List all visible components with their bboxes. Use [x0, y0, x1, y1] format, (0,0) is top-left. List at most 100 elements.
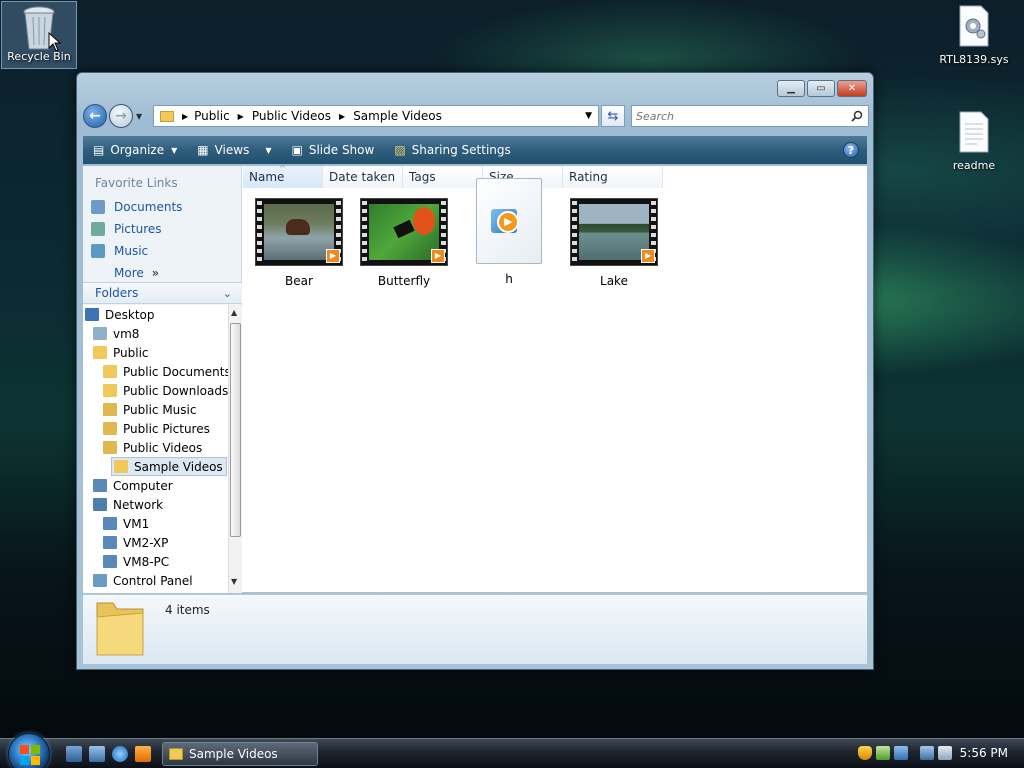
- tree-item-public-pictures[interactable]: Public Pictures: [103, 419, 210, 438]
- forward-button[interactable]: →: [109, 104, 133, 128]
- breadcrumb-public[interactable]: Public: [194, 109, 230, 123]
- tree-item-label: Public: [113, 345, 149, 360]
- desktop-icon-rtl8139[interactable]: RTL8139.sys: [936, 4, 1012, 66]
- tree-item-public-downloads[interactable]: Public Downloads: [103, 381, 228, 400]
- desktop-icon-recycle-bin[interactable]: Recycle Bin: [1, 1, 77, 69]
- media-file-icon: ▶: [476, 178, 542, 264]
- internet-explorer-icon[interactable]: [112, 746, 128, 762]
- media-player-icon[interactable]: [135, 746, 151, 762]
- content-area: Favorite Links Documents Pictures Music …: [83, 164, 867, 593]
- folders-toggle[interactable]: Folders ⌄: [83, 282, 242, 304]
- system-file-icon: [959, 5, 989, 47]
- tree-item-label: Control Panel: [113, 573, 193, 588]
- video-thumbnail: ▶: [360, 198, 448, 266]
- user-folder-icon: [93, 327, 107, 340]
- computer-icon: [103, 536, 117, 549]
- help-icon[interactable]: ?: [843, 142, 859, 158]
- tree-item-computer[interactable]: Computer: [93, 476, 173, 495]
- folder-icon: [93, 346, 107, 359]
- fav-link-label: Music: [114, 244, 149, 258]
- folders-label: Folders: [95, 286, 139, 300]
- tree-item-vm8-pc[interactable]: VM8-PC: [103, 552, 169, 571]
- video-play-icon: ▶: [326, 249, 340, 263]
- minimize-button[interactable]: ▁: [777, 80, 805, 97]
- folder-icon: [103, 384, 117, 397]
- volume-muted-icon[interactable]: [938, 746, 952, 760]
- back-button[interactable]: ←: [83, 104, 107, 128]
- column-header-name[interactable]: Name ^: [243, 164, 323, 188]
- slide-show-button[interactable]: ▣ Slide Show: [282, 136, 385, 164]
- file-list: Name ^ Date taken Tags Size Rating ▶ Bea…: [243, 164, 867, 592]
- desktop-icon-label: Recycle Bin: [7, 50, 71, 63]
- maximize-button[interactable]: ▭: [807, 80, 835, 97]
- windows-logo-icon: [20, 745, 40, 765]
- taskbar-button-sample-videos[interactable]: Sample Videos: [162, 742, 318, 766]
- fav-link-pictures[interactable]: Pictures: [91, 222, 162, 236]
- network-status-icon[interactable]: [920, 746, 934, 760]
- computer-icon: [93, 479, 107, 492]
- desktop-icon-readme[interactable]: readme: [936, 110, 1012, 172]
- sharing-settings-button[interactable]: ▨ Sharing Settings: [384, 136, 520, 164]
- security-shield-icon[interactable]: [858, 746, 872, 760]
- tree-item-vm8[interactable]: vm8: [93, 324, 139, 343]
- notification-area: 5:56 PM: [854, 739, 1024, 768]
- column-header-date-taken[interactable]: Date taken: [323, 166, 403, 188]
- tree-scrollbar[interactable]: ▲ ▼: [228, 305, 242, 593]
- fav-link-music[interactable]: Music: [91, 244, 148, 258]
- search-box[interactable]: [631, 105, 869, 127]
- security-center-icon[interactable]: [894, 746, 908, 760]
- scroll-up-icon[interactable]: ▲: [231, 308, 237, 317]
- file-item-butterfly[interactable]: ▶ Butterfly: [354, 198, 454, 288]
- tree-item-vm2-xp[interactable]: VM2-XP: [103, 533, 168, 552]
- organize-menu[interactable]: ▤ Organize ▼: [83, 136, 187, 164]
- scroll-down-icon[interactable]: ▼: [231, 577, 237, 586]
- scrollbar-thumb[interactable]: [230, 323, 241, 537]
- search-input[interactable]: [632, 106, 832, 126]
- tree-item-public-documents[interactable]: Public Documents: [103, 362, 228, 381]
- folder-icon: [169, 748, 183, 760]
- tree-item-public-music[interactable]: Public Music: [103, 400, 196, 419]
- favorite-links-title: Favorite Links: [95, 176, 178, 190]
- control-panel-icon: [93, 574, 107, 587]
- fav-link-more[interactable]: More »: [114, 266, 159, 280]
- refresh-button[interactable]: ⇆: [601, 105, 625, 127]
- tree-item-label: Public Documents: [123, 364, 228, 379]
- column-header-rating[interactable]: Rating: [563, 166, 663, 188]
- file-name: h: [505, 272, 513, 286]
- tree-item-label: VM8-PC: [123, 554, 170, 569]
- start-button[interactable]: [8, 733, 50, 768]
- tree-item-public-videos[interactable]: Public Videos: [103, 438, 202, 457]
- fav-link-label: More: [114, 266, 144, 280]
- tree-item-control-panel[interactable]: Control Panel: [93, 571, 193, 590]
- column-header-label: Tags: [409, 170, 436, 184]
- show-desktop-icon[interactable]: [66, 746, 82, 762]
- file-item-bear[interactable]: ▶ Bear: [249, 198, 349, 288]
- mouse-cursor-icon: [48, 32, 62, 52]
- tree-item-desktop[interactable]: Desktop: [85, 305, 155, 324]
- chevron-down-icon: ⌄: [222, 286, 232, 300]
- computer-icon: [103, 555, 117, 568]
- file-item-lake[interactable]: ▶ Lake: [564, 198, 664, 288]
- close-button[interactable]: ✕: [837, 80, 867, 97]
- search-icon[interactable]: [851, 110, 863, 122]
- tree-item-vm1[interactable]: VM1: [103, 514, 149, 533]
- tree-item-label: Public Downloads: [123, 383, 228, 398]
- windows-update-icon[interactable]: [876, 746, 890, 760]
- tree-item-public[interactable]: Public: [93, 343, 149, 362]
- breadcrumb-sample-videos[interactable]: Sample Videos: [353, 109, 442, 123]
- switch-windows-icon[interactable]: [89, 746, 105, 762]
- tree-item-sample-videos[interactable]: Sample Videos: [111, 457, 227, 476]
- file-item-h[interactable]: ▶ h: [459, 178, 559, 286]
- desktop-icon-label: RTL8139.sys: [939, 53, 1009, 66]
- views-icon: ▦: [197, 143, 209, 157]
- fav-link-documents[interactable]: Documents: [91, 200, 182, 214]
- recent-pages-dropdown[interactable]: ▼: [136, 112, 142, 121]
- address-dropdown-icon[interactable]: ▼: [585, 111, 592, 121]
- address-bar[interactable]: ▶ Public ▶ Public Videos ▶ Sample Videos…: [153, 105, 599, 127]
- views-menu[interactable]: ▦ Views ▼: [187, 136, 281, 164]
- navigation-pane: Favorite Links Documents Pictures Music …: [83, 166, 242, 593]
- details-pane: 4 items: [83, 594, 867, 664]
- breadcrumb-public-videos[interactable]: Public Videos: [252, 109, 331, 123]
- system-clock[interactable]: 5:56 PM: [960, 746, 1008, 760]
- tree-item-network[interactable]: Network: [93, 495, 163, 514]
